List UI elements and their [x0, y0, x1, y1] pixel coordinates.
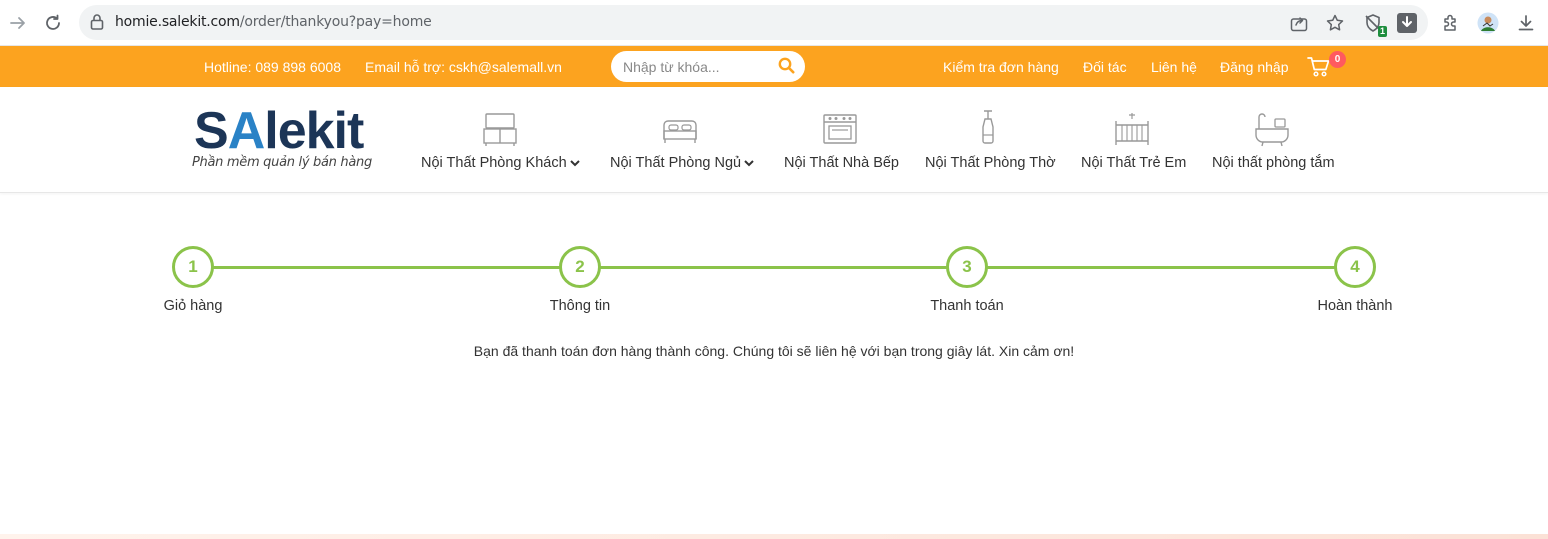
step-2-circle: 2: [559, 246, 601, 288]
puzzle-extensions-icon[interactable]: [1439, 11, 1463, 35]
category-label: Nội Thất Phòng Ngủ: [610, 155, 742, 171]
search-box: [611, 51, 805, 82]
logo-tagline: Phần mềm quản lý bán hàng: [192, 155, 372, 170]
browser-toolbar: homie.salekit.com/order/thankyou?pay=hom…: [0, 0, 1548, 46]
footer-edge: [0, 534, 1548, 539]
step-1-label: Giỏ hàng: [163, 298, 223, 314]
category-kitchen[interactable]: Nội Thất Nhà Bếp: [784, 109, 899, 172]
category-bedroom[interactable]: Nội Thất Phòng Ngủ: [610, 109, 754, 172]
category-worship-room[interactable]: Nội Thất Phòng Thờ: [925, 109, 1056, 172]
downloads-icon[interactable]: [1514, 11, 1538, 35]
main-header: SAlekit Phần mềm quản lý bán hàng Nội Th…: [0, 87, 1548, 193]
forward-button[interactable]: [6, 11, 30, 35]
login-link[interactable]: Đăng nhập: [1220, 59, 1289, 75]
share-icon[interactable]: [1289, 13, 1309, 33]
partner-link[interactable]: Đối tác: [1083, 59, 1127, 75]
stove-icon: [823, 114, 857, 144]
step-1-circle: 1: [172, 246, 214, 288]
search-input[interactable]: [623, 57, 773, 77]
support-email-text[interactable]: Email hỗ trợ: cskh@salemall.vn: [365, 59, 562, 75]
step-2-label: Thông tin: [549, 298, 611, 314]
bathtub-icon: [1255, 113, 1289, 147]
step-3-label: Thanh toán: [930, 298, 1004, 314]
lamp-icon: [982, 110, 994, 144]
step-3-circle: 3: [946, 246, 988, 288]
bed-icon: [663, 120, 697, 143]
category-bathroom[interactable]: Nội thất phòng tắm: [1212, 109, 1335, 172]
address-bar[interactable]: homie.salekit.com/order/thankyou?pay=hom…: [79, 5, 1428, 40]
download-extension-icon[interactable]: [1395, 11, 1419, 35]
lock-icon: [89, 13, 105, 36]
cart-icon[interactable]: [1307, 56, 1331, 78]
top-bar: Hotline: 089 898 6008 Email hỗ trợ: cskh…: [0, 46, 1548, 87]
step-4-label: Hoàn thành: [1317, 298, 1393, 314]
chevron-down-icon: [569, 160, 580, 167]
category-label: Nội Thất Phòng Thờ: [925, 155, 1056, 171]
cart-count-badge: 0: [1329, 51, 1346, 68]
category-label: Nội Thất Nhà Bếp: [784, 155, 899, 171]
order-check-link[interactable]: Kiểm tra đơn hàng: [943, 59, 1059, 75]
extension-badge: 1: [1377, 26, 1387, 37]
step-4-circle: 4: [1334, 246, 1376, 288]
hotline-text: Hotline: 089 898 6008: [204, 59, 341, 75]
reload-icon: [46, 14, 60, 30]
tv-cabinet-icon: [483, 113, 517, 146]
url-text: homie.salekit.com/order/thankyou?pay=hom…: [115, 14, 432, 30]
salekit-logo[interactable]: SAlekit Phần mềm quản lý bán hàng: [192, 105, 382, 175]
category-label: Nội Thất Trẻ Em: [1081, 155, 1187, 171]
category-label: Nội thất phòng tắm: [1212, 155, 1335, 171]
progress-line: [193, 266, 1355, 269]
thank-you-message: Bạn đã thanh toán đơn hàng thành công. C…: [473, 343, 1075, 359]
search-icon[interactable]: [778, 57, 795, 77]
crib-icon: [1115, 113, 1149, 145]
profile-avatar-icon[interactable]: [1476, 11, 1500, 35]
contact-link[interactable]: Liên hệ: [1151, 59, 1197, 75]
shield-extension-icon[interactable]: 1: [1361, 11, 1387, 37]
category-label: Nội Thất Phòng Khách: [421, 155, 567, 171]
reload-button[interactable]: [41, 11, 65, 35]
logo-wordmark: SAlekit: [194, 102, 364, 160]
chevron-down-icon: [744, 160, 754, 167]
arrow-right-icon: [10, 17, 25, 29]
category-kids[interactable]: Nội Thất Trẻ Em: [1081, 109, 1187, 172]
star-bookmark-icon[interactable]: [1325, 13, 1345, 33]
category-living-room[interactable]: Nội Thất Phòng Khách: [421, 109, 580, 172]
